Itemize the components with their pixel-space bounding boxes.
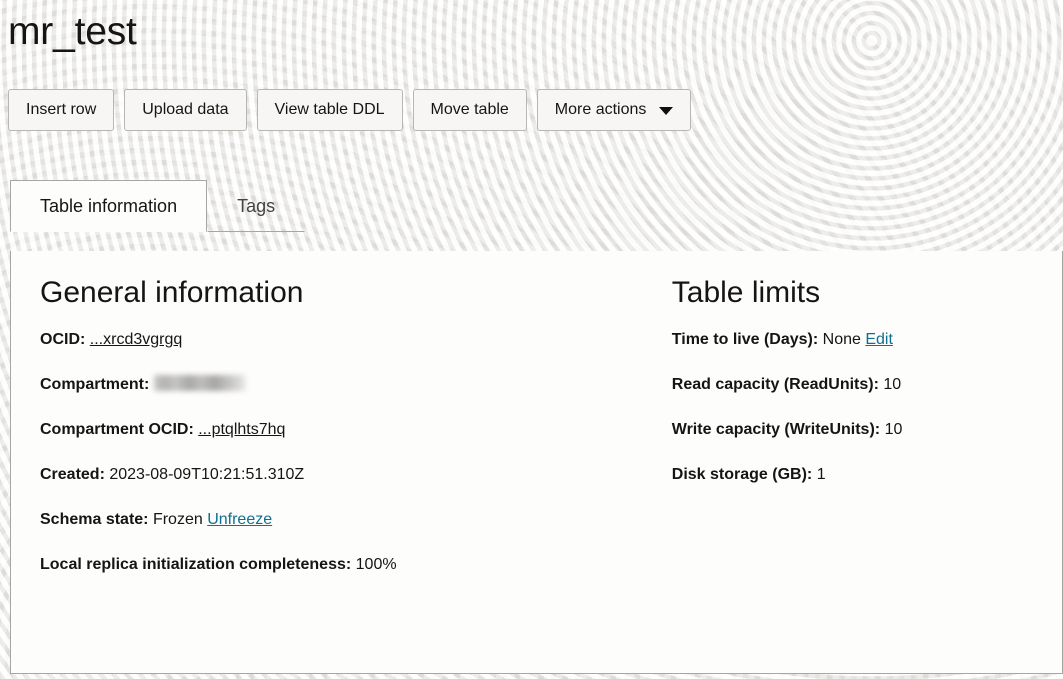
field-read-capacity: Read capacity (ReadUnits): 10 bbox=[672, 375, 1062, 394]
insert-row-button[interactable]: Insert row bbox=[8, 89, 115, 131]
field-write-capacity: Write capacity (WriteUnits): 10 bbox=[672, 420, 1062, 439]
field-schema-state-label: Schema state: bbox=[40, 511, 149, 528]
tab-bar: Table information Tags bbox=[10, 179, 1063, 232]
field-write-capacity-label: Write capacity (WriteUnits): bbox=[671, 421, 881, 438]
edit-ttl-link[interactable]: Edit bbox=[865, 331, 893, 348]
tab-tags-label: Tags bbox=[237, 196, 276, 216]
move-table-button-label: Move table bbox=[430, 101, 509, 118]
compartment-ocid-link[interactable]: ...ptqlhts7hq bbox=[198, 421, 285, 438]
move-table-button[interactable]: Move table bbox=[412, 89, 527, 131]
field-time-to-live-value: None bbox=[822, 331, 861, 348]
field-created-label: Created: bbox=[40, 466, 105, 483]
general-information-section: General information OCID: ...xrcd3vgrgq … bbox=[11, 275, 672, 574]
field-local-replica-completeness-value: 100% bbox=[355, 556, 397, 573]
general-information-heading: General information bbox=[40, 276, 304, 309]
tab-table-information-label: Table information bbox=[40, 196, 178, 216]
field-schema-state: Schema state: Frozen Unfreeze bbox=[40, 510, 672, 529]
view-table-ddl-button-label: View table DDL bbox=[274, 101, 385, 118]
field-disk-storage-value: 1 bbox=[816, 466, 826, 483]
field-read-capacity-value: 10 bbox=[883, 376, 902, 393]
field-disk-storage-label: Disk storage (GB): bbox=[671, 466, 813, 483]
field-read-capacity-label: Read capacity (ReadUnits): bbox=[671, 376, 879, 393]
action-toolbar: Insert row Upload data View table DDL Mo… bbox=[0, 55, 1063, 131]
field-compartment: Compartment: bbox=[40, 375, 672, 394]
table-limits-heading: Table limits bbox=[671, 276, 821, 309]
table-details-page: mr_test Insert row Upload data View tabl… bbox=[0, 0, 1063, 679]
tab-tags[interactable]: Tags bbox=[207, 180, 306, 232]
field-local-replica-completeness: Local replica initialization completenes… bbox=[40, 555, 672, 574]
more-actions-button-label: More actions bbox=[554, 101, 647, 118]
compartment-value-redacted bbox=[153, 375, 246, 391]
field-compartment-ocid: Compartment OCID: ...ptqlhts7hq bbox=[40, 420, 672, 439]
tab-table-information[interactable]: Table information bbox=[10, 180, 208, 232]
more-actions-button[interactable]: More actions bbox=[536, 89, 692, 131]
page-title: mr_test bbox=[8, 10, 137, 53]
ocid-link[interactable]: ...xrcd3vgrgq bbox=[90, 331, 182, 348]
table-limits-section: Table limits Time to live (Days): None E… bbox=[672, 275, 1062, 574]
field-time-to-live: Time to live (Days): None Edit bbox=[672, 330, 1062, 349]
field-compartment-ocid-label: Compartment OCID: bbox=[40, 421, 194, 438]
field-created-value: 2023-08-09T10:21:51.310Z bbox=[109, 466, 305, 483]
upload-data-button[interactable]: Upload data bbox=[124, 89, 247, 131]
chevron-down-icon bbox=[659, 106, 674, 115]
table-information-panel: General information OCID: ...xrcd3vgrgq … bbox=[10, 251, 1063, 674]
unfreeze-link[interactable]: Unfreeze bbox=[207, 511, 272, 528]
field-write-capacity-value: 10 bbox=[884, 421, 903, 438]
field-created: Created: 2023-08-09T10:21:51.310Z bbox=[40, 465, 672, 484]
field-ocid: OCID: ...xrcd3vgrgq bbox=[40, 330, 672, 349]
upload-data-button-label: Upload data bbox=[142, 101, 229, 118]
field-compartment-label: Compartment: bbox=[40, 376, 150, 393]
field-ocid-label: OCID: bbox=[40, 331, 86, 348]
insert-row-button-label: Insert row bbox=[26, 101, 97, 118]
field-time-to-live-label: Time to live (Days): bbox=[671, 331, 819, 348]
field-disk-storage: Disk storage (GB): 1 bbox=[672, 465, 1062, 484]
field-local-replica-completeness-label: Local replica initialization completenes… bbox=[40, 556, 352, 573]
field-schema-state-value: Frozen bbox=[152, 511, 203, 528]
view-table-ddl-button[interactable]: View table DDL bbox=[256, 89, 403, 131]
